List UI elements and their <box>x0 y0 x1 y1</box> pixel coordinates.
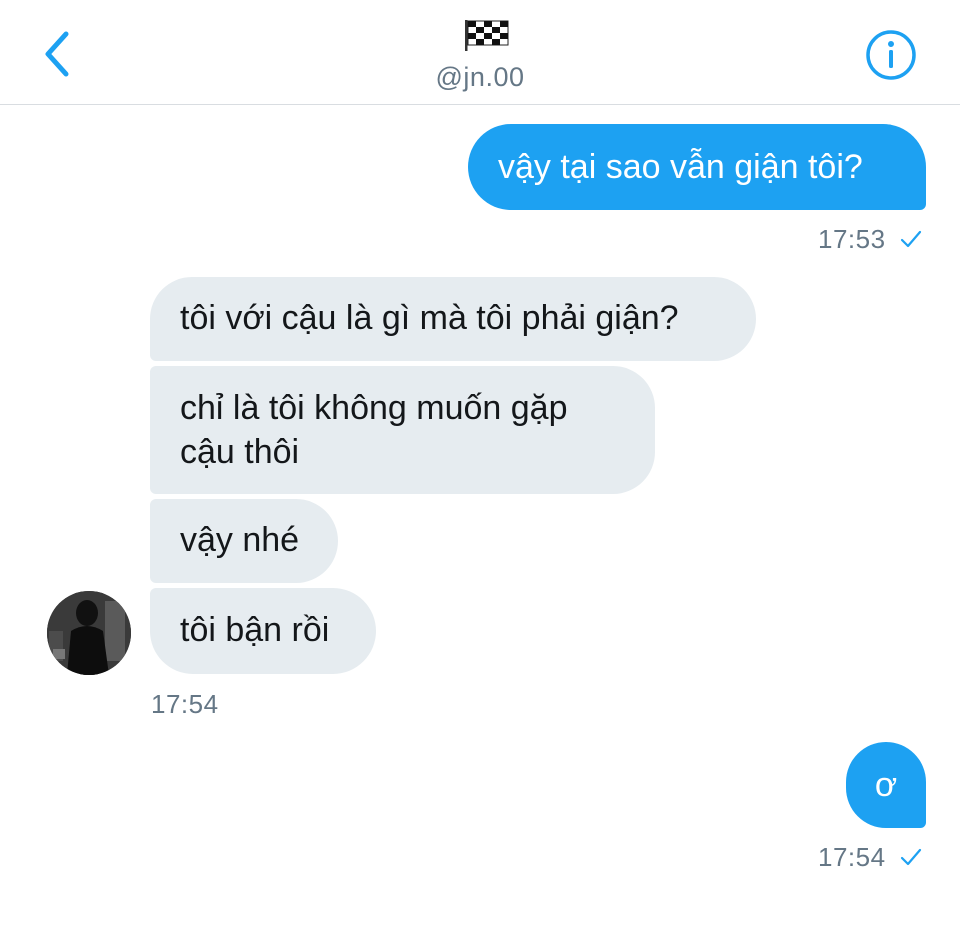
sent-message[interactable]: vậy tại sao vẫn giận tôi? <box>468 124 926 210</box>
message-text: ơ <box>874 766 898 804</box>
message-text: tôi với cậu là gì mà tôi phải giận? <box>180 299 679 337</box>
sent-message[interactable]: ơ <box>846 742 926 828</box>
message-text-line: cậu thôi <box>180 433 300 471</box>
message-timestamp: 17:53 <box>818 224 886 254</box>
message-text: vậy nhé <box>180 521 300 559</box>
avatar-photo <box>47 591 131 675</box>
received-message[interactable]: tôi với cậu là gì mà tôi phải giận? <box>150 277 756 361</box>
conversation-handle[interactable]: @jn.00 <box>0 62 960 93</box>
message-text-line: chỉ là tôi không muốn gặp <box>180 389 568 427</box>
conversation-header: @jn.00 <box>0 0 960 105</box>
message-timestamp: 17:54 <box>818 842 886 872</box>
received-message[interactable]: tôi bận rồi <box>150 588 376 674</box>
sent-check-icon <box>900 230 922 248</box>
message-timestamp: 17:54 <box>151 689 219 719</box>
message-text: tôi bận rồi <box>180 611 330 649</box>
received-message[interactable]: vậy nhé <box>150 499 338 583</box>
avatar[interactable] <box>47 591 131 675</box>
received-message[interactable]: chỉ là tôi không muốn gặp cậu thôi <box>150 366 655 494</box>
info-button[interactable] <box>864 28 918 82</box>
message-text: vậy tại sao vẫn giận tôi? <box>498 148 863 186</box>
sent-check-icon <box>900 848 922 866</box>
info-icon <box>866 30 916 80</box>
checkered-flag-icon <box>465 20 509 51</box>
